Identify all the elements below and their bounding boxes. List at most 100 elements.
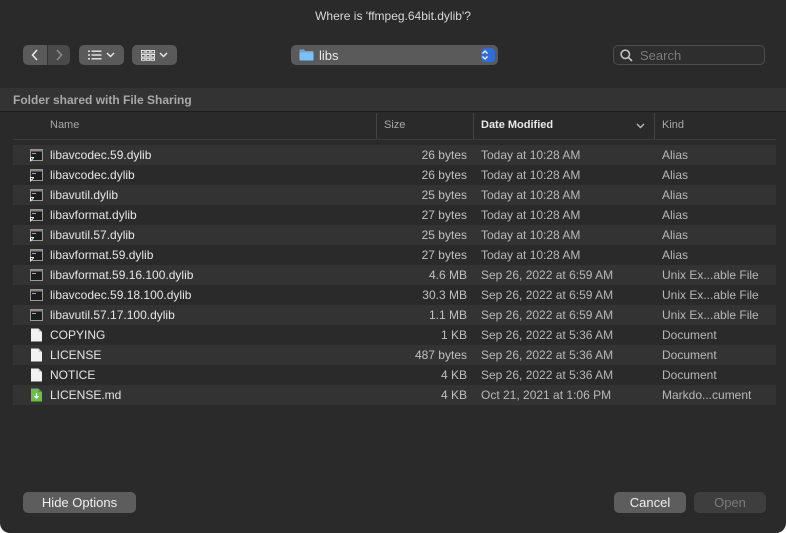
column-divider[interactable] [376,113,377,139]
forward-button[interactable] [47,45,70,65]
file-name: libavutil.57.dylib [50,228,135,242]
file-kind: Document [662,328,717,342]
file-kind: Document [662,348,717,362]
file-row[interactable]: libavcodec.59.dylib 26 bytes Today at 10:2… [13,145,776,165]
file-row[interactable]: libavformat.dylib 27 bytes Today at 10:28 … [13,205,776,225]
file-name: libavformat.dylib [50,208,137,222]
file-row[interactable]: LICENSE.md 4 KB Oct 21, 2021 at 1:06 PM Mar… [13,385,776,405]
file-list: libavcodec.59.dylib 26 bytes Today at 10:2… [13,145,776,425]
file-size: 30.3 MB [422,288,467,302]
file-date-modified: Sep 26, 2022 at 5:36 AM [481,328,614,342]
file-date-modified: Today at 10:28 AM [481,248,581,262]
file-name: libavcodec.59.dylib [50,148,152,162]
chevron-down-icon [106,52,115,58]
file-kind: Document [662,368,717,382]
file-date-modified: Today at 10:28 AM [481,208,581,222]
file-date-modified: Today at 10:28 AM [481,228,581,242]
file-kind: Markdo...cument [662,388,752,402]
file-size: 487 bytes [414,348,467,362]
file-size: 26 bytes [421,148,467,162]
file-row[interactable]: libavutil.57.17.100.dylib 1.1 MB Sep 26, 2… [13,305,776,325]
dialog-title: Where is 'ffmpeg.64bit.dylib'? [315,9,471,23]
search-icon [620,48,633,62]
file-row[interactable]: libavutil.dylib 25 bytes Today at 10:28 AM… [13,185,776,205]
file-size: 27 bytes [421,208,467,222]
file-date-modified: Oct 21, 2021 at 1:06 PM [481,388,612,402]
alias-exec-icon [30,148,43,162]
document-icon [30,368,43,382]
file-row[interactable]: LICENSE 487 bytes Sep 26, 2022 at 5:36 AM D… [13,345,776,365]
file-kind: Unix Ex...able File [662,308,759,322]
file-size: 1.1 MB [428,308,467,322]
file-kind: Alias [662,208,689,222]
file-date-modified: Today at 10:28 AM [481,188,581,202]
file-size: 1 KB [440,328,467,342]
list-view-button[interactable] [79,45,124,65]
file-date-modified: Sep 26, 2022 at 6:59 AM [481,288,614,302]
file-open-dialog: Where is 'ffmpeg.64bit.dylib'? libs Sear… [0,0,786,533]
file-date-modified: Today at 10:28 AM [481,168,581,182]
file-name: libavutil.57.17.100.dylib [50,308,175,322]
file-row[interactable]: libavcodec.dylib 26 bytes Today at 10:28 A… [13,165,776,185]
file-name: COPYING [50,328,106,342]
file-kind: Alias [662,188,689,202]
file-kind: Alias [662,228,689,242]
column-header-date-modified[interactable]: Date Modified [481,113,553,139]
folder-icon [299,49,314,61]
column-header-size[interactable]: Size [384,113,405,139]
folder-select-label: libs [319,47,339,63]
cancel-button[interactable]: Cancel [614,492,686,513]
file-size: 27 bytes [421,248,467,262]
file-name: libavutil.dylib [50,188,119,202]
back-button[interactable] [23,45,47,65]
file-name: libavcodec.dylib [50,168,135,182]
folder-location-select[interactable]: libs [291,45,498,65]
column-divider[interactable] [654,113,655,139]
chevron-right-icon [56,49,63,61]
alias-exec-icon [30,208,43,222]
file-size: 4 KB [440,388,467,402]
hide-options-button[interactable]: Hide Options [23,492,136,513]
file-row[interactable]: libavcodec.59.18.100.dylib 30.3 MB Sep 26,… [13,285,776,305]
file-name: LICENSE.md [50,388,122,402]
file-name: LICENSE [50,348,102,362]
empty-row [13,405,776,425]
column-header-bar: Name Size Date Modified Kind [13,113,776,140]
file-row[interactable]: COPYING 1 KB Sep 26, 2022 at 5:36 AM Docume… [13,325,776,345]
file-row[interactable]: libavformat.59.dylib 27 bytes Today at 10:… [13,245,776,265]
document-icon [30,328,43,342]
file-name: NOTICE [50,368,96,382]
grid-icon [141,49,155,61]
file-kind: Alias [662,248,689,262]
file-size: 26 bytes [421,168,467,182]
column-divider[interactable] [473,113,474,139]
column-header-name[interactable]: Name [50,113,79,139]
file-kind: Unix Ex...able File [662,268,759,282]
document-icon [30,348,43,362]
chevron-left-icon [31,49,38,61]
sort-chevron-icon [636,114,645,140]
updown-chevron-icon [481,48,495,62]
section-header: Folder shared with File Sharing [0,88,786,112]
column-header-kind[interactable]: Kind [662,113,684,139]
exec-icon [30,268,43,282]
exec-icon [30,288,43,302]
alias-exec-icon [30,248,43,262]
chevron-down-icon [159,52,168,58]
file-row[interactable]: NOTICE 4 KB Sep 26, 2022 at 5:36 AM Documen… [13,365,776,385]
file-size: 25 bytes [421,188,467,202]
file-row[interactable]: libavutil.57.dylib 25 bytes Today at 10:28… [13,225,776,245]
exec-icon [30,308,43,322]
file-date-modified: Sep 26, 2022 at 6:59 AM [481,268,614,282]
file-row[interactable]: libavformat.59.16.100.dylib 4.6 MB Sep 26,… [13,265,776,285]
file-name: libavcodec.59.18.100.dylib [50,288,192,302]
file-date-modified: Sep 26, 2022 at 6:59 AM [481,308,614,322]
search-input[interactable] [638,46,762,64]
open-button[interactable]: Open [694,492,766,513]
alias-exec-icon [30,188,43,202]
file-name: libavformat.59.dylib [50,248,154,262]
file-size: 4 KB [440,368,467,382]
icon-view-button[interactable] [132,45,177,65]
file-kind: Alias [662,148,689,162]
search-field[interactable] [613,45,765,65]
